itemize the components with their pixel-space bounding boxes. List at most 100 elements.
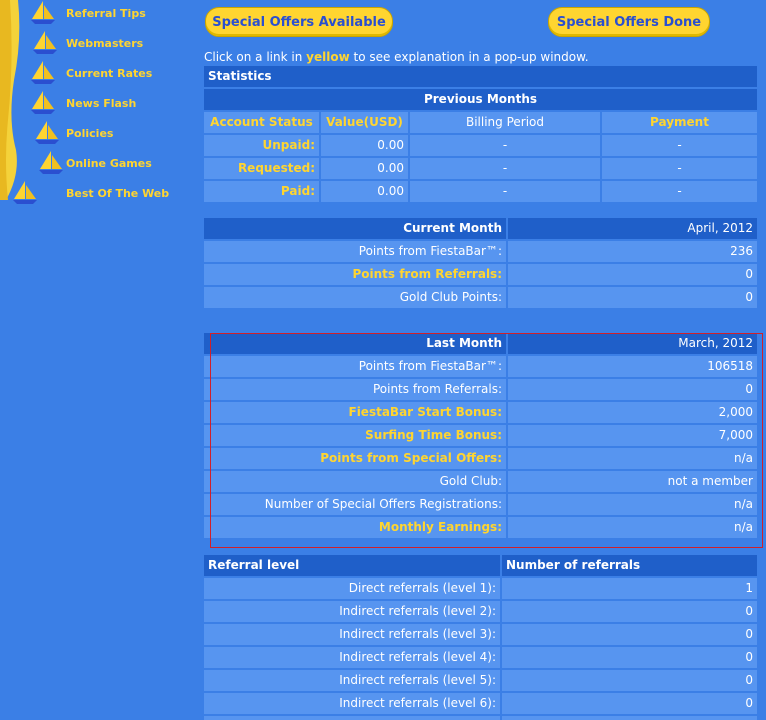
col-referral-level: Referral level <box>204 555 500 576</box>
row-value: 0 <box>502 601 757 622</box>
sidebar-item-best-of-the-web[interactable]: Best Of The Web <box>10 180 169 206</box>
statistics-table: Statistics Previous Months Account Statu… <box>204 66 757 202</box>
last-month-title: Last Month <box>204 333 506 354</box>
sidebar-item-news-flash[interactable]: News Flash <box>28 90 136 116</box>
row-value: 0 <box>508 379 757 400</box>
row-value: 2,000 <box>508 402 757 423</box>
sailboat-icon <box>13 181 37 204</box>
last-month-date: March, 2012 <box>508 333 757 354</box>
row-value-partial <box>502 716 757 720</box>
sidebar-item-label: Best Of The Web <box>66 186 170 200</box>
payment-cell: - <box>602 158 757 179</box>
table-row: Indirect referrals (level 6): 0 <box>204 693 757 714</box>
value-cell: 0.00 <box>321 181 408 202</box>
info-yellow-word: yellow <box>306 50 350 64</box>
sidebar-item-label: Current Rates <box>66 66 153 80</box>
sidebar-item-label: Policies <box>66 126 114 140</box>
value-cell: 0.00 <box>321 158 408 179</box>
row-label-partial <box>204 716 500 720</box>
row-label: Gold Club Points: <box>204 287 506 308</box>
sailboat-icon <box>31 1 55 24</box>
table-row: Surfing Time Bonus: 7,000 <box>204 425 757 446</box>
period-cell: - <box>410 158 600 179</box>
row-label: Number of Special Offers Registrations: <box>204 494 506 515</box>
row-value: not a member <box>508 471 757 492</box>
row-value: n/a <box>508 448 757 469</box>
col-value-usd-link[interactable]: Value(USD) <box>321 112 408 133</box>
table-row: Number of Special Offers Registrations: … <box>204 494 757 515</box>
payment-cell: - <box>602 135 757 156</box>
row-label: Indirect referrals (level 2): <box>204 601 500 622</box>
row-value: 0 <box>502 647 757 668</box>
row-value: 7,000 <box>508 425 757 446</box>
sailboat-icon <box>31 91 55 114</box>
table-row: Points from FiestaBar™: 236 <box>204 241 757 262</box>
table-row: Paid: 0.00 - - <box>204 181 757 202</box>
value-cell: 0.00 <box>321 135 408 156</box>
row-value: 0 <box>502 670 757 691</box>
row-label: Indirect referrals (level 3): <box>204 624 500 645</box>
sidebar-item-current-rates[interactable]: Current Rates <box>28 60 152 86</box>
statistics-title-row: Statistics <box>204 66 757 87</box>
payment-cell: - <box>602 181 757 202</box>
sailboat-icon <box>33 31 57 54</box>
current-month-date: April, 2012 <box>508 218 757 239</box>
row-value: 0 <box>508 287 757 308</box>
row-label: Points from FiestaBar™: <box>204 356 506 377</box>
current-month-table: Current Month April, 2012 Points from Fi… <box>204 218 757 310</box>
col-account-status-link[interactable]: Account Status <box>204 112 319 133</box>
points-from-referrals-link[interactable]: Points from Referrals: <box>204 264 506 285</box>
table-row: Points from Special Offers: n/a <box>204 448 757 469</box>
special-offers-done-button[interactable]: Special Offers Done <box>548 7 710 37</box>
table-row: Indirect referrals (level 2): 0 <box>204 601 757 622</box>
col-number-of-referrals: Number of referrals <box>502 555 757 576</box>
sidebar-item-label: News Flash <box>66 96 137 110</box>
sidebar-item-referral-tips[interactable]: Referral Tips <box>28 0 146 26</box>
row-label: Indirect referrals (level 4): <box>204 647 500 668</box>
sailboat-icon <box>35 121 59 144</box>
sidebar-item-webmasters[interactable]: Webmasters <box>30 30 143 56</box>
status-requested-link[interactable]: Requested: <box>204 158 319 179</box>
status-paid-link[interactable]: Paid: <box>204 181 319 202</box>
row-label: Points from Referrals: <box>204 379 506 400</box>
sailboat-icon <box>31 61 55 84</box>
period-cell: - <box>410 181 600 202</box>
sidebar-item-label: Webmasters <box>66 36 144 50</box>
period-cell: - <box>410 135 600 156</box>
sidebar-item-label: Online Games <box>66 156 152 170</box>
sidebar-item-policies[interactable]: Policies <box>32 120 113 146</box>
current-month-title: Current Month <box>204 218 506 239</box>
table-row-partial <box>204 716 757 720</box>
row-value: 0 <box>502 693 757 714</box>
row-value: 0 <box>508 264 757 285</box>
fiestabar-start-bonus-link[interactable]: FiestaBar Start Bonus: <box>204 402 506 423</box>
special-offers-available-button[interactable]: Special Offers Available <box>205 7 393 37</box>
table-row: Indirect referrals (level 4): 0 <box>204 647 757 668</box>
row-value: 106518 <box>508 356 757 377</box>
table-row: Gold Club: not a member <box>204 471 757 492</box>
table-row: Unpaid: 0.00 - - <box>204 135 757 156</box>
info-text: Click on a link in yellow to see explana… <box>204 50 589 64</box>
row-label: Direct referrals (level 1): <box>204 578 500 599</box>
row-value: 1 <box>502 578 757 599</box>
col-payment-link[interactable]: Payment <box>602 112 757 133</box>
statistics-title: Statistics <box>204 66 757 87</box>
current-month-header-row: Current Month April, 2012 <box>204 218 757 239</box>
surfing-time-bonus-link[interactable]: Surfing Time Bonus: <box>204 425 506 446</box>
monthly-earnings-link[interactable]: Monthly Earnings: <box>204 517 506 538</box>
previous-months-title: Previous Months <box>204 89 757 110</box>
sidebar-item-online-games[interactable]: Online Games <box>36 150 152 176</box>
row-label: Indirect referrals (level 6): <box>204 693 500 714</box>
table-row: Points from Referrals: 0 <box>204 264 757 285</box>
col-billing-period: Billing Period <box>410 112 600 133</box>
points-from-special-offers-link[interactable]: Points from Special Offers: <box>204 448 506 469</box>
previous-months-row: Previous Months <box>204 89 757 110</box>
referrals-table: Referral level Number of referrals Direc… <box>204 555 757 720</box>
status-unpaid-link[interactable]: Unpaid: <box>204 135 319 156</box>
referrals-header-row: Referral level Number of referrals <box>204 555 757 576</box>
row-label: Indirect referrals (level 5): <box>204 670 500 691</box>
row-label: Gold Club: <box>204 471 506 492</box>
beach-sand-decoration <box>0 0 20 200</box>
table-row: Direct referrals (level 1): 1 <box>204 578 757 599</box>
table-row: Indirect referrals (level 3): 0 <box>204 624 757 645</box>
